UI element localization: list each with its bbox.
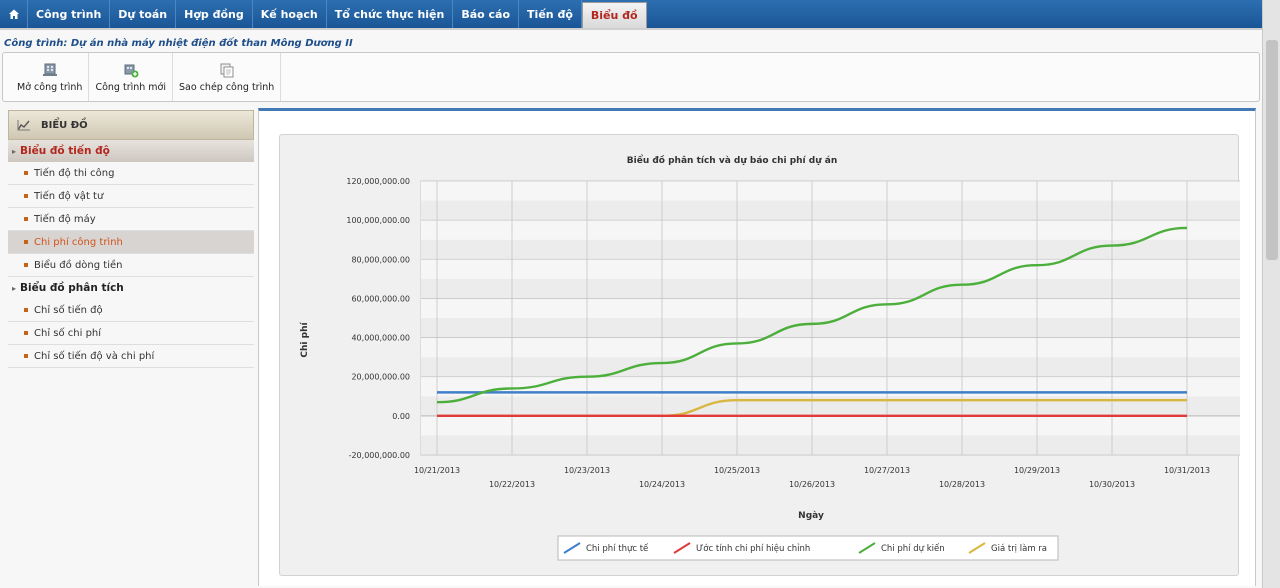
bullet-icon [24,171,28,175]
sidebar-item-chi-so-tien-do-va-chi-phi[interactable]: Chỉ số tiến độ và chi phí [8,345,254,368]
bullet-icon [24,240,28,244]
x-tick-label: 10/21/2013 [414,466,460,475]
x-tick-label: 10/29/2013 [1014,466,1060,475]
copy-project-icon [220,63,234,77]
sidebar-group-bieu-do-tien-do[interactable]: ▸ Biểu đồ tiến độ [8,140,254,162]
sidebar-item-label: Chi phí công trình [34,236,123,248]
sidebar-item-chi-so-tien-do[interactable]: Chỉ số tiến độ [8,299,254,322]
bullet-icon [24,308,28,312]
plot-band [421,200,1240,221]
main-panel: Biểu đồ phân tích và dự báo chi phí dự á… [258,108,1256,586]
chevron-right-icon: ▸ [12,283,17,293]
open-project-button[interactable]: Mở công trình [11,53,90,101]
menu-item-tien-do[interactable]: Tiến độ [519,0,582,28]
x-tick-label: 10/23/2013 [564,466,610,475]
sidebar-item-label: Chỉ số tiến độ và chi phí [34,350,155,362]
x-axis-label: Ngày [798,511,824,521]
menu-item-du-toan[interactable]: Dự toán [110,0,177,28]
chart-icon [17,120,30,131]
copy-project-label: Sao chép công trình [179,81,275,93]
open-project-icon [42,63,57,76]
plot-band [421,278,1240,299]
bullet-icon [24,263,28,267]
menu-item-bieu-do[interactable]: Biểu đồ [581,2,647,28]
project-title: Công trình: Dự án nhà máy nhiệt điện đốt… [4,38,353,49]
chart-title: Biểu đồ phân tích và dự báo chi phí dự á… [627,154,837,166]
legend-label: Chi phí dự kiến [881,543,945,554]
sidebar-header-label: BIỂU ĐỒ [41,119,88,131]
x-tick-label: 10/24/2013 [639,480,685,489]
legend-label: Giá trị làm ra [991,544,1047,554]
sidebar-group-label: Biểu đồ phân tích [20,282,124,294]
y-tick-label: -20,000,000.00 [349,451,410,460]
plot-band [421,181,1240,201]
copy-project-button[interactable]: Sao chép công trình [173,53,282,101]
y-tick-label: 0.00 [392,412,410,421]
x-tick-label: 10/30/2013 [1089,480,1135,489]
sidebar-item-bieu-do-dong-tien[interactable]: Biểu đồ dòng tiền [8,254,254,277]
sidebar-group-bieu-do-phan-tich[interactable]: ▸ Biểu đồ phân tích [8,277,254,299]
open-project-label: Mở công trình [17,81,83,93]
plot-band [421,259,1240,279]
plot-band [421,337,1240,358]
toolbar: Mở công trình Công trình mới Sao chép cô… [2,52,1260,102]
x-tick-label: 10/22/2013 [489,480,535,489]
plot-band [421,220,1240,240]
sidebar-header: BIỂU ĐỒ [8,110,254,140]
x-tick-label: 10/28/2013 [939,480,985,489]
bullet-icon [24,354,28,358]
plot-band [421,298,1240,318]
main-menu-bar: Công trình Dự toán Hợp đồng Kế hoạch Tổ … [0,0,1262,30]
y-tick-label: 20,000,000.00 [351,373,410,382]
sidebar-item-chi-so-chi-phi[interactable]: Chỉ số chi phí [8,322,254,345]
app-window: Công trình Dự toán Hợp đồng Kế hoạch Tổ … [0,0,1280,588]
x-tick-label: 10/27/2013 [864,466,910,475]
sidebar-item-label: Tiến độ máy [34,213,96,225]
bullet-icon [24,217,28,221]
plot-band [421,239,1240,260]
menu-item-ke-hoach[interactable]: Kế hoạch [253,0,327,28]
new-project-button[interactable]: Công trình mới [89,53,174,101]
chevron-right-icon: ▸ [12,146,17,156]
y-tick-label: 40,000,000.00 [351,334,410,343]
sidebar: BIỂU ĐỒ ▸ Biểu đồ tiến độ Tiến độ thi cô… [8,110,254,586]
x-tick-label: 10/26/2013 [789,480,835,489]
scrollbar-thumb[interactable] [1266,40,1278,260]
y-tick-label: 60,000,000.00 [351,294,410,303]
new-project-label: Công trình mới [95,81,167,93]
menu-item-bao-cao[interactable]: Báo cáo [453,0,520,28]
y-tick-label: 100,000,000.00 [346,216,410,225]
menu-item-cong-trinh[interactable]: Công trình [28,0,111,28]
sidebar-item-label: Chỉ số tiến độ [34,304,103,316]
sidebar-item-tien-do-may[interactable]: Tiến độ máy [8,208,254,231]
bullet-icon [24,194,28,198]
sidebar-group-label: Biểu đồ tiến độ [20,145,110,157]
x-tick-label: 10/31/2013 [1164,466,1210,475]
bullet-icon [24,331,28,335]
y-axis-label: Chi phí [300,322,310,358]
sidebar-item-label: Tiến độ thi công [34,167,115,179]
sidebar-item-tien-do-vat-tu[interactable]: Tiến độ vật tư [8,185,254,208]
sidebar-item-label: Biểu đồ dòng tiền [34,259,123,271]
menu-item-to-chuc-thuc-hien[interactable]: Tổ chức thực hiện [327,0,454,28]
y-tick-label: 120,000,000.00 [346,177,410,186]
y-tick-label: 80,000,000.00 [351,255,410,264]
cost-chart: Biểu đồ phân tích và dự báo chi phí dự á… [300,154,1240,561]
plot-band [421,435,1240,455]
plot-band [421,415,1240,436]
legend-label: Ước tính chi phí hiệu chỉnh [696,543,810,554]
plot-band [421,357,1240,377]
sidebar-item-label: Chỉ số chi phí [34,327,102,339]
vertical-scrollbar[interactable] [1262,0,1280,588]
sidebar-item-label: Tiến độ vật tư [34,190,104,202]
new-project-icon [124,64,139,77]
legend-label: Chi phí thực tế [586,543,649,554]
x-tick-label: 10/25/2013 [714,466,760,475]
menu-item-hop-dong[interactable]: Hợp đồng [176,0,253,28]
sidebar-item-chi-phi-cong-trinh[interactable]: Chi phí công trình [8,231,254,254]
chart-container: Biểu đồ phân tích và dự báo chi phí dự á… [279,134,1240,576]
home-icon[interactable] [0,0,28,28]
sidebar-item-tien-do-thi-cong[interactable]: Tiến độ thi công [8,162,254,185]
